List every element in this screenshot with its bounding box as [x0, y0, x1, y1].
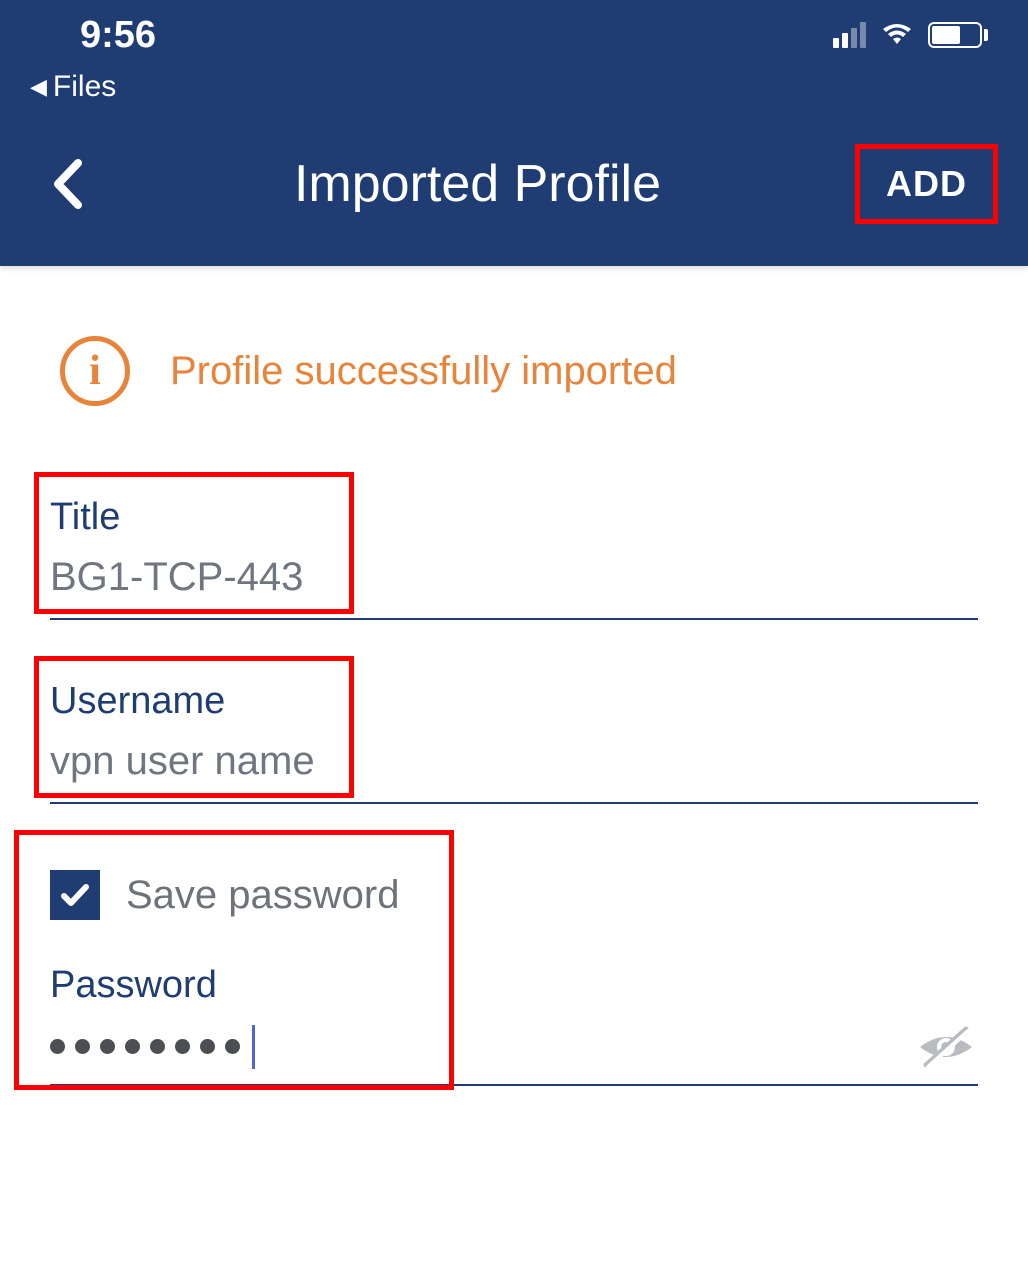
cellular-signal-icon	[833, 22, 866, 48]
password-label: Password	[50, 964, 978, 1007]
save-password-checkbox[interactable]	[50, 870, 100, 920]
save-password-label: Save password	[126, 873, 399, 918]
password-input[interactable]	[50, 1025, 255, 1083]
chevron-left-icon	[50, 157, 84, 211]
username-input[interactable]: vpn user name	[50, 739, 978, 802]
title-field-group: Title BG1-TCP-443	[50, 496, 978, 620]
password-section: Save password Password	[50, 864, 978, 1086]
back-button[interactable]	[50, 157, 100, 211]
back-to-app-button[interactable]: ◀ Files	[0, 70, 1028, 122]
checkmark-icon	[57, 877, 93, 913]
username-label: Username	[50, 680, 978, 723]
back-app-label: Files	[53, 70, 116, 104]
content-area: i Profile successfully imported Title BG…	[0, 266, 1028, 1086]
back-caret-icon: ◀	[30, 74, 47, 100]
title-label: Title	[50, 496, 978, 539]
password-input-row	[50, 1023, 978, 1086]
save-password-row: Save password	[50, 864, 978, 920]
toggle-password-visibility-button[interactable]	[914, 1023, 978, 1084]
title-input[interactable]: BG1-TCP-443	[50, 555, 978, 618]
text-cursor	[252, 1025, 255, 1069]
wifi-icon	[880, 22, 914, 48]
username-field-group: Username vpn user name	[50, 680, 978, 804]
status-icons	[833, 22, 988, 48]
status-bar: 9:56	[0, 0, 1028, 70]
info-message: Profile successfully imported	[170, 349, 677, 394]
page-title: Imported Profile	[100, 154, 855, 214]
info-icon: i	[60, 336, 130, 406]
battery-icon	[928, 22, 988, 48]
nav-header: Imported Profile ADD	[0, 122, 1028, 266]
add-button[interactable]: ADD	[855, 144, 998, 224]
info-banner: i Profile successfully imported	[50, 336, 978, 406]
eye-slash-icon	[914, 1023, 978, 1071]
status-time: 9:56	[80, 14, 156, 57]
